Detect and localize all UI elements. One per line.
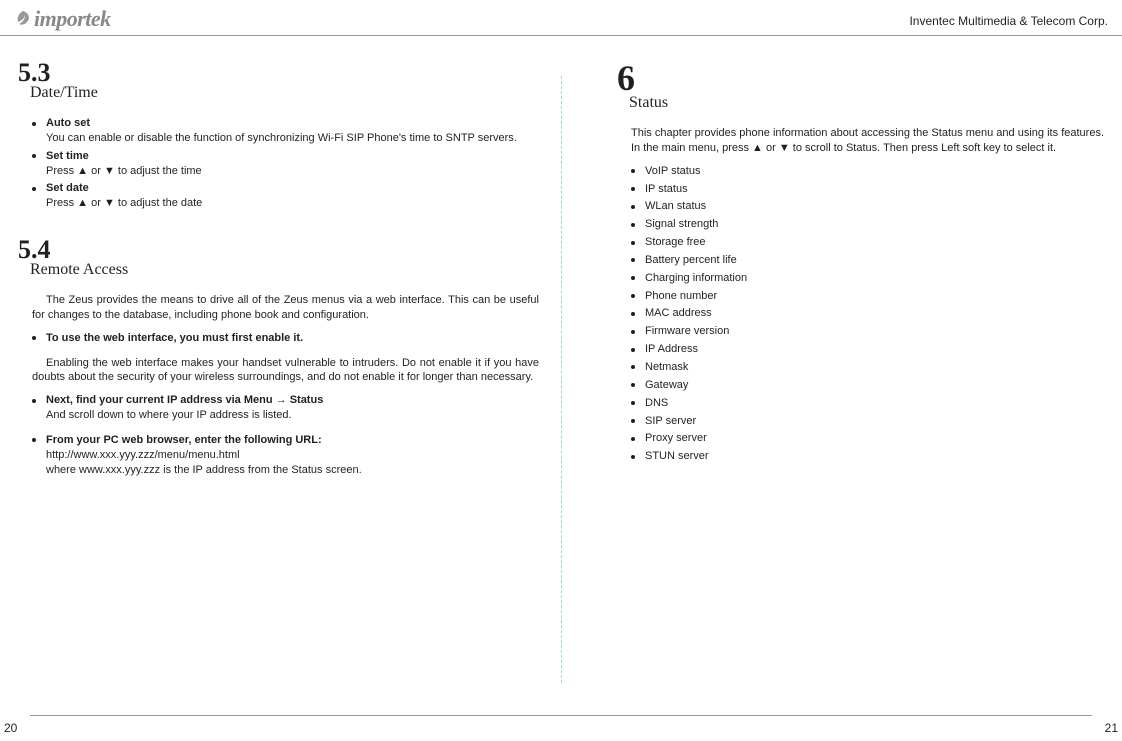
list-item: Set date Press ▲ or ▼ to adjust the date xyxy=(32,181,539,211)
web-enable-list: To use the web interface, you must first… xyxy=(32,331,539,346)
section-title: Status xyxy=(629,94,1104,112)
status-item-label: WLan status xyxy=(645,200,706,212)
item-head: Auto set xyxy=(46,117,90,129)
warning-paragraph: Enabling the web interface makes your ha… xyxy=(32,356,539,386)
item-head: From your PC web browser, enter the foll… xyxy=(46,434,322,446)
brand-logo-text: importek xyxy=(34,6,111,31)
list-item: From your PC web browser, enter the foll… xyxy=(32,433,539,478)
status-item-label: Charging information xyxy=(645,272,747,284)
list-item: To use the web interface, you must first… xyxy=(32,331,539,346)
list-item: Set time Press ▲ or ▼ to adjust the time xyxy=(32,149,539,179)
status-item: Phone number xyxy=(631,289,1104,304)
footer-rule xyxy=(30,715,1092,716)
item-body: And scroll down to where your IP address… xyxy=(46,409,292,421)
status-item-label: SIP server xyxy=(645,415,696,427)
status-item-label: Battery percent life xyxy=(645,254,737,266)
status-item: STUN server xyxy=(631,449,1104,464)
section-number: 5.4 xyxy=(18,237,539,263)
status-item-label: Gateway xyxy=(645,379,688,391)
section-number: 6 xyxy=(617,60,1104,96)
status-item-label: Firmware version xyxy=(645,325,729,337)
status-item-label: VoIP status xyxy=(645,165,700,177)
status-intro-text: This chapter provides phone information … xyxy=(631,127,1104,154)
intro-paragraph: The Zeus provides the means to drive all… xyxy=(32,293,539,323)
status-item-label: STUN server xyxy=(645,450,709,462)
status-item: SIP server xyxy=(631,414,1104,429)
item-head: Set time xyxy=(46,150,89,162)
status-item: Charging information xyxy=(631,271,1104,286)
list-item: Next, find your current IP address via M… xyxy=(32,393,539,423)
warning-text: Enabling the web interface makes your ha… xyxy=(32,357,539,384)
page-footer: 20 21 xyxy=(0,715,1122,735)
item-head: To use the web interface, you must first… xyxy=(46,332,303,344)
item-body: http://www.xxx.yyy.zzz/menu/menu.html xyxy=(46,449,240,461)
status-intro: This chapter provides phone information … xyxy=(631,126,1104,156)
item-head: Set date xyxy=(46,182,89,194)
status-item-label: MAC address xyxy=(645,307,712,319)
status-item: Netmask xyxy=(631,360,1104,375)
list-item: Auto set You can enable or disable the f… xyxy=(32,116,539,146)
status-item: Storage free xyxy=(631,235,1104,250)
url-step-list: From your PC web browser, enter the foll… xyxy=(32,433,539,478)
section-title: Date/Time xyxy=(30,84,539,102)
status-item-label: Netmask xyxy=(645,361,688,373)
status-item: IP status xyxy=(631,182,1104,197)
status-item: Battery percent life xyxy=(631,253,1104,268)
status-item-label: Phone number xyxy=(645,290,717,302)
status-item-label: Storage free xyxy=(645,236,706,248)
page-number-right: 21 xyxy=(1105,721,1118,735)
status-item: VoIP status xyxy=(631,164,1104,179)
status-list: VoIP status IP status WLan status Signal st… xyxy=(631,164,1104,464)
status-item: Firmware version xyxy=(631,324,1104,339)
page-number-left: 20 xyxy=(4,721,17,735)
status-item: WLan status xyxy=(631,199,1104,214)
section-5-4: 5.4 Remote Access The Zeus provides the … xyxy=(18,237,539,477)
status-item-label: IP status xyxy=(645,183,688,195)
status-item: Gateway xyxy=(631,378,1104,393)
item-body: where www.xxx.yyy.zzz is the IP address … xyxy=(46,464,362,476)
item-body: You can enable or disable the function o… xyxy=(46,132,517,144)
status-item: Signal strength xyxy=(631,217,1104,232)
page-left: 5.3 Date/Time Auto set You can enable or… xyxy=(0,36,561,713)
status-item: IP Address xyxy=(631,342,1104,357)
page-header: importek Inventec Multimedia & Telecom C… xyxy=(0,0,1122,36)
leaf-icon xyxy=(14,8,32,34)
item-body: Press ▲ or ▼ to adjust the time xyxy=(46,165,202,177)
page-spread: 5.3 Date/Time Auto set You can enable or… xyxy=(0,36,1122,713)
datetime-list: Auto set You can enable or disable the f… xyxy=(32,116,539,211)
company-name: Inventec Multimedia & Telecom Corp. xyxy=(909,14,1108,28)
status-item: MAC address xyxy=(631,306,1104,321)
intro-text: The Zeus provides the means to drive all… xyxy=(32,294,539,321)
ip-step-list: Next, find your current IP address via M… xyxy=(32,393,539,423)
status-item-label: IP Address xyxy=(645,343,698,355)
section-5-3: 5.3 Date/Time Auto set You can enable or… xyxy=(18,60,539,211)
section-6: 6 Status This chapter provides phone inf… xyxy=(617,60,1104,464)
status-item-label: DNS xyxy=(645,397,668,409)
section-title: Remote Access xyxy=(30,261,539,279)
section-number: 5.3 xyxy=(18,60,539,86)
brand-logo: importek xyxy=(14,6,111,34)
status-item: Proxy server xyxy=(631,431,1104,446)
item-head: Next, find your current IP address via M… xyxy=(46,394,323,406)
status-item: DNS xyxy=(631,396,1104,411)
item-body: Press ▲ or ▼ to adjust the date xyxy=(46,197,202,209)
page-right: 6 Status This chapter provides phone inf… xyxy=(561,36,1122,713)
status-item-label: Proxy server xyxy=(645,432,707,444)
status-item-label: Signal strength xyxy=(645,218,718,230)
